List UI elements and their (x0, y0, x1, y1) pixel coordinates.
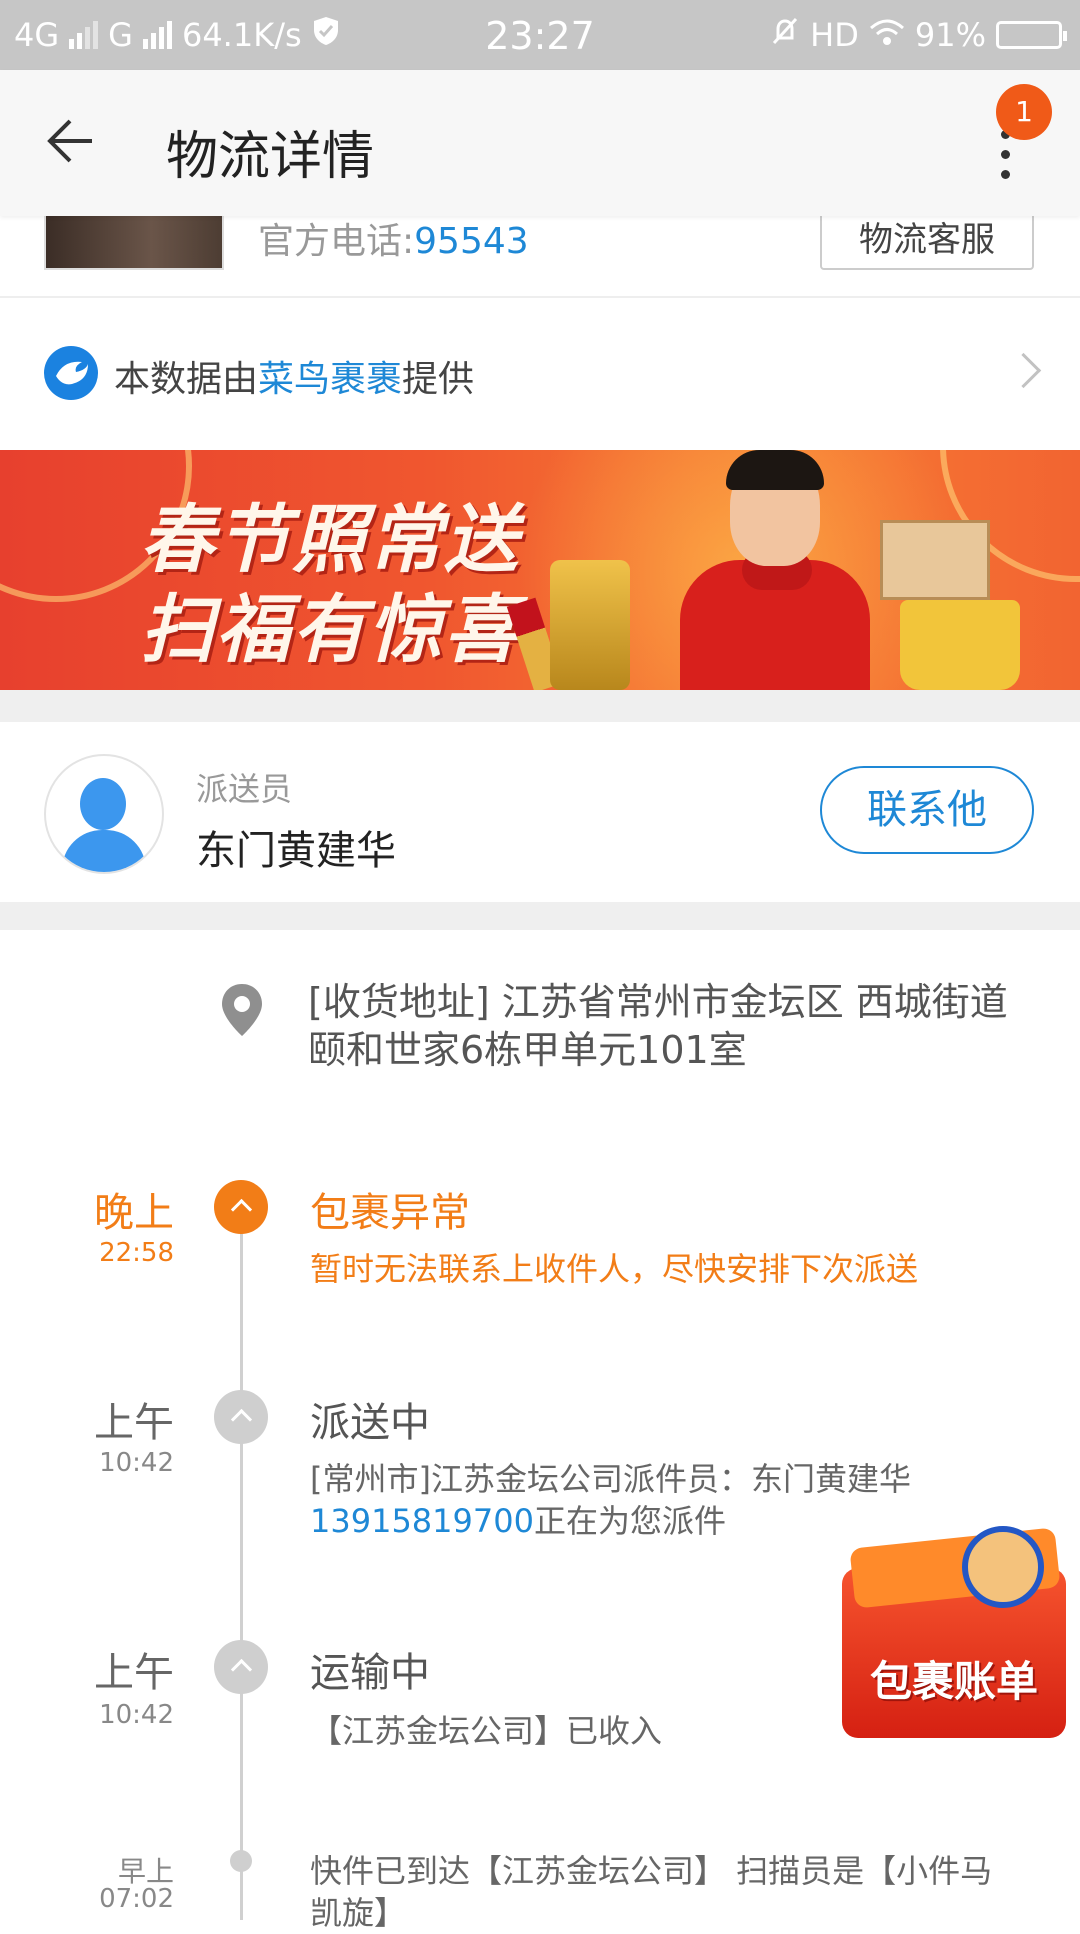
provider-name: 菜鸟裹裹 (258, 359, 403, 400)
location-pin-icon (218, 982, 266, 1038)
back-arrow-icon[interactable] (46, 116, 116, 172)
app-bar: 物流详情 1 (0, 70, 1080, 216)
timeline-chevron-icon (214, 1390, 268, 1444)
courier-avatar (44, 754, 164, 874)
promo-banner[interactable]: 春节照常送 扫福有惊喜 (0, 450, 1080, 690)
courier-phone-link[interactable]: 13915819700 (310, 1502, 534, 1540)
battery-icon (996, 21, 1067, 49)
provider-suffix: 提供 (402, 359, 475, 400)
chevron-right-icon (1005, 352, 1042, 389)
courier-card: 派送员 东门黄建华 联系他 (0, 722, 1080, 902)
delivery-address: [收货地址] 江苏省常州市金坛区 西城街道 颐和世家6栋甲单元101室 (308, 980, 1046, 1072)
timeline-chevron-icon (214, 1640, 268, 1694)
event-time: 07:02 (99, 1884, 174, 1914)
event-description-text: [常州市]江苏金坛公司派件员：东门黄建华 (310, 1460, 911, 1498)
data-provider-row[interactable]: 本数据由菜鸟裹裹提供 (0, 298, 1080, 448)
mute-icon (770, 16, 800, 54)
event-time: 10:42 (99, 1700, 174, 1730)
banner-headline-2: 扫福有惊喜 (140, 587, 520, 673)
timeline-dot (230, 1850, 252, 1872)
notification-badge: 1 (996, 84, 1052, 140)
package-bill-widget[interactable]: 包裹账单 (842, 1508, 1074, 1752)
more-menu-icon[interactable] (990, 130, 1020, 210)
event-title: 包裹异常 (310, 1190, 470, 1236)
event-period: 上午 (94, 1400, 174, 1446)
event-time: 22:58 (99, 1238, 174, 1268)
cainiao-logo-icon (44, 346, 98, 400)
status-bar: 4G G 64.1K/s 23:27 HD 91% (0, 0, 1080, 70)
handbag-image (900, 600, 1020, 690)
courier-name: 东门黄建华 (196, 828, 396, 874)
provider-prefix: 本数据由 (114, 359, 259, 400)
hd-label: HD (810, 16, 859, 54)
event-period: 晚上 (94, 1190, 174, 1236)
parcel-box-image (880, 520, 990, 600)
official-phone: 官方电话:95543 (258, 216, 529, 264)
timeline-line (240, 1204, 243, 1920)
mascot-icon (962, 1526, 1044, 1608)
company-thumbnail (44, 216, 224, 270)
contact-courier-button[interactable]: 联系他 (820, 766, 1034, 854)
provider-text: 本数据由菜鸟裹裹提供 (114, 350, 474, 402)
event-description: 快件已到达【江苏金坛公司】 扫描员是【小件马凯旋】 (310, 1852, 993, 1932)
event-description-suffix: 正在为您派件 (533, 1502, 726, 1540)
section-divider-2 (0, 902, 1080, 930)
wifi-icon (869, 16, 905, 54)
event-title: 派送中 (310, 1400, 430, 1446)
section-divider (0, 690, 1080, 722)
company-row: 官方电话:95543 物流客服 (0, 216, 1080, 298)
event-description: 暂时无法联系上收件人，尽快安排下次派送 (310, 1250, 919, 1288)
page-title: 物流详情 (166, 127, 375, 187)
timeline-active-chevron-icon (214, 1180, 268, 1234)
phone-label: 官方电话: (258, 221, 415, 262)
courier-person-image (680, 450, 880, 690)
event-title: 运输中 (310, 1650, 430, 1696)
status-right: HD 91% (770, 16, 1067, 54)
courier-role: 派送员 (196, 770, 293, 808)
battery-level: 91% (914, 16, 986, 54)
suitcase-image (550, 560, 630, 690)
event-time: 10:42 (99, 1448, 174, 1478)
package-bill-label: 包裹账单 (869, 1657, 1038, 1706)
logistics-service-button[interactable]: 物流客服 (820, 216, 1034, 270)
event-period: 上午 (94, 1650, 174, 1696)
phone-number-link[interactable]: 95543 (414, 221, 529, 262)
